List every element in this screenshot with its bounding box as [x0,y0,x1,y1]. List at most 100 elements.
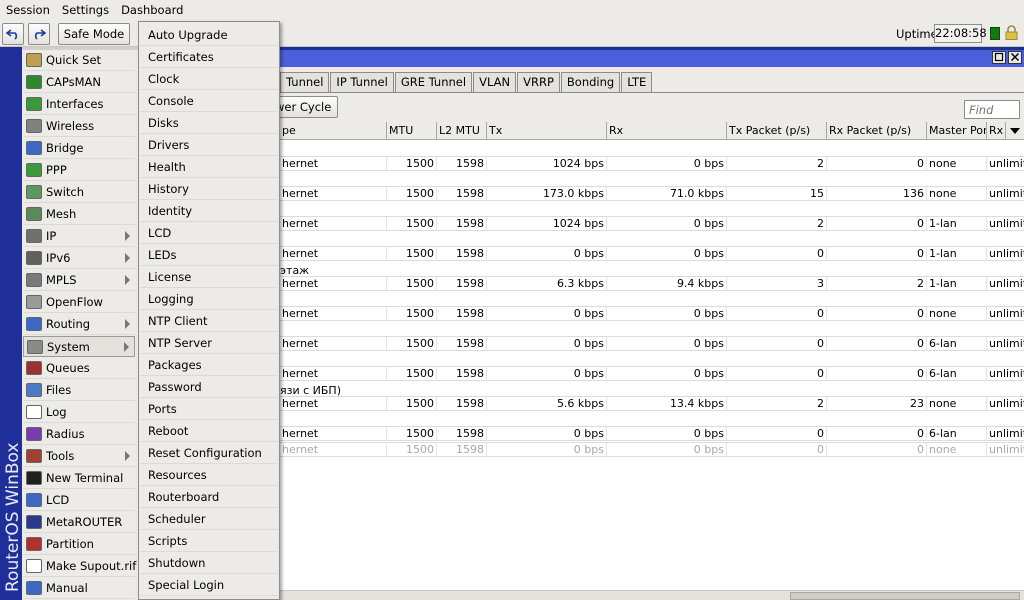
sidebar-item-queues[interactable]: Queues [23,358,135,379]
table-row[interactable]: hernet 1500 1598 173.0 kbps 71.0 kbps 15 136 no… [280,186,1024,201]
cell-mtu: 1500 [387,307,437,321]
column-menu-icon[interactable] [1006,122,1024,140]
redo-button[interactable] [28,23,50,45]
sidebar-item-make-supout-rif[interactable]: Make Supout.rif [23,556,136,577]
sidebar-item-lcd[interactable]: LCD [23,490,135,511]
menu-dashboard[interactable]: Dashboard [115,0,189,21]
sidebar-item-openflow[interactable]: OpenFlow [23,292,135,313]
table-row[interactable]: hernet 1500 1598 0 bps 0 bps 0 0 6-lan unlimit [280,366,1024,381]
undo-button[interactable] [2,23,24,45]
submenu-item-scripts[interactable]: Scripts [140,530,278,552]
sidebar-item-capsman[interactable]: CAPsMAN [23,72,135,93]
sidebar-item-ppp[interactable]: PPP [23,160,135,181]
submenu-item-packages[interactable]: Packages [140,354,278,376]
submenu-item-logging[interactable]: Logging [140,288,278,310]
submenu-item-scheduler[interactable]: Scheduler [140,508,278,530]
submenu-item-lcd[interactable]: LCD [140,222,278,244]
close-button[interactable] [1008,51,1022,64]
sidebar-item-label: Files [46,383,72,397]
menu-settings[interactable]: Settings [56,0,115,21]
submenu-item-clock[interactable]: Clock [140,68,278,90]
sidebar-item-bridge[interactable]: Bridge [23,138,135,159]
table-row[interactable]: hernet 1500 1598 0 bps 0 bps 0 0 none unlimit [280,442,1024,457]
column-header-rx[interactable]: Rx [607,122,727,140]
sidebar-item-metarouter[interactable]: MetaROUTER [23,512,135,533]
sidebar-item-wireless[interactable]: Wireless [23,116,135,137]
table-row[interactable]: hernet 1500 1598 5.6 kbps 13.4 kbps 2 23 none un… [280,396,1024,411]
cell-rxp: 2 [827,277,927,291]
tab-vrrp[interactable]: VRRP [517,72,560,92]
sidebar-item-mesh[interactable]: Mesh [23,204,135,225]
cell-rx: 0 bps [607,247,727,261]
table-row[interactable]: hernet 1500 1598 1024 bps 0 bps 2 0 none unlimit [280,156,1024,171]
sidebar-item-log[interactable]: Log [23,402,135,423]
submenu-item-certificates[interactable]: Certificates [140,46,278,68]
submenu-item-special-login[interactable]: Special Login [140,574,278,596]
sidebar-item-tools[interactable]: Tools [23,446,135,467]
horizontal-scrollbar[interactable] [280,590,1024,600]
column-header-tx[interactable]: Tx [487,122,607,140]
table-row[interactable]: hernet 1500 1598 0 bps 0 bps 0 0 1-lan unlimit [280,246,1024,261]
submenu-item-health[interactable]: Health [140,156,278,178]
cell-master: 6-lan [927,367,987,381]
column-header-tx-packet-p-s-[interactable]: Tx Packet (p/s) [727,122,827,140]
scrollbar-thumb[interactable] [790,592,1020,600]
submenu-item-ports[interactable]: Ports [140,398,278,420]
tab-gre-tunnel[interactable]: GRE Tunnel [394,72,473,92]
sidebar-item-radius[interactable]: Radius [23,424,135,445]
cell-rxp: 0 [827,217,927,231]
table-row[interactable]: hernet 1500 1598 6.3 kbps 9.4 kbps 3 2 1-lan unl… [280,276,1024,291]
tab-lte[interactable]: LTE [621,72,653,92]
submenu-item-reset-configuration[interactable]: Reset Configuration [140,442,278,464]
sidebar-item-system[interactable]: System [23,336,135,357]
submenu-item-history[interactable]: History [140,178,278,200]
submenu-item-auto-upgrade[interactable]: Auto Upgrade [140,24,278,46]
submenu-item-ntp-client[interactable]: NTP Client [140,310,278,332]
sidebar-item-manual[interactable]: Manual [23,578,135,599]
submenu-item-password[interactable]: Password [140,376,278,398]
mpls-icon [26,273,42,287]
tab-vlan[interactable]: VLAN [473,72,517,92]
sidebar-item-mpls[interactable]: MPLS [23,270,135,291]
column-header-l2-mtu[interactable]: L2 MTU [437,122,487,140]
table-row[interactable]: hernet 1500 1598 0 bps 0 bps 0 0 none unlimit [280,306,1024,321]
sidebar-item-ipv6[interactable]: IPv6 [23,248,135,269]
cell-rx: 0 bps [607,427,727,441]
tab-tunnel[interactable]: Tunnel [280,72,330,92]
sidebar-item-files[interactable]: Files [23,380,135,401]
maximize-button[interactable] [992,51,1006,64]
submenu-item-ntp-server[interactable]: NTP Server [140,332,278,354]
cell-master: none [927,157,987,171]
table-row[interactable]: hernet 1500 1598 1024 bps 0 bps 2 0 1-lan unlimi… [280,216,1024,231]
sidebar-item-interfaces[interactable]: Interfaces [23,94,135,115]
column-header-pe[interactable]: pe [280,122,387,140]
safe-mode-button[interactable]: Safe Mode [58,23,130,45]
column-header-rx[interactable]: Rx [987,122,1006,140]
column-header-master-port[interactable]: Master Port [927,122,987,140]
submenu-item-leds[interactable]: LEDs [140,244,278,266]
sidebar-item-switch[interactable]: Switch [23,182,135,203]
tab-ip-tunnel[interactable]: IP Tunnel [330,72,394,92]
find-input[interactable] [964,100,1020,119]
column-header-mtu[interactable]: MTU [387,122,437,140]
sidebar-item-new-terminal[interactable]: New Terminal [23,468,135,489]
sidebar-item-routing[interactable]: Routing [23,314,135,335]
tab-bonding[interactable]: Bonding [560,72,621,92]
submenu-item-license[interactable]: License [140,266,278,288]
submenu-item-resources[interactable]: Resources [140,464,278,486]
submenu-item-identity[interactable]: Identity [140,200,278,222]
sidebar-item-ip[interactable]: IP [23,226,135,247]
submenu-item-drivers[interactable]: Drivers [140,134,278,156]
submenu-item-reboot[interactable]: Reboot [140,420,278,442]
column-header-rx-packet-p-s-[interactable]: Rx Packet (p/s) [827,122,927,140]
table-row[interactable]: hernet 1500 1598 0 bps 0 bps 0 0 6-lan unlimit [280,336,1024,351]
power-cycle-button[interactable]: wer Cycle [276,96,338,118]
submenu-item-routerboard[interactable]: Routerboard [140,486,278,508]
table-row[interactable]: hernet 1500 1598 0 bps 0 bps 0 0 6-lan unlimit [280,426,1024,441]
submenu-item-shutdown[interactable]: Shutdown [140,552,278,574]
submenu-item-disks[interactable]: Disks [140,112,278,134]
sidebar-item-quick-set[interactable]: Quick Set [23,50,135,71]
menu-session[interactable]: Session [0,0,56,21]
submenu-item-console[interactable]: Console [140,90,278,112]
sidebar-item-partition[interactable]: Partition [23,534,135,555]
